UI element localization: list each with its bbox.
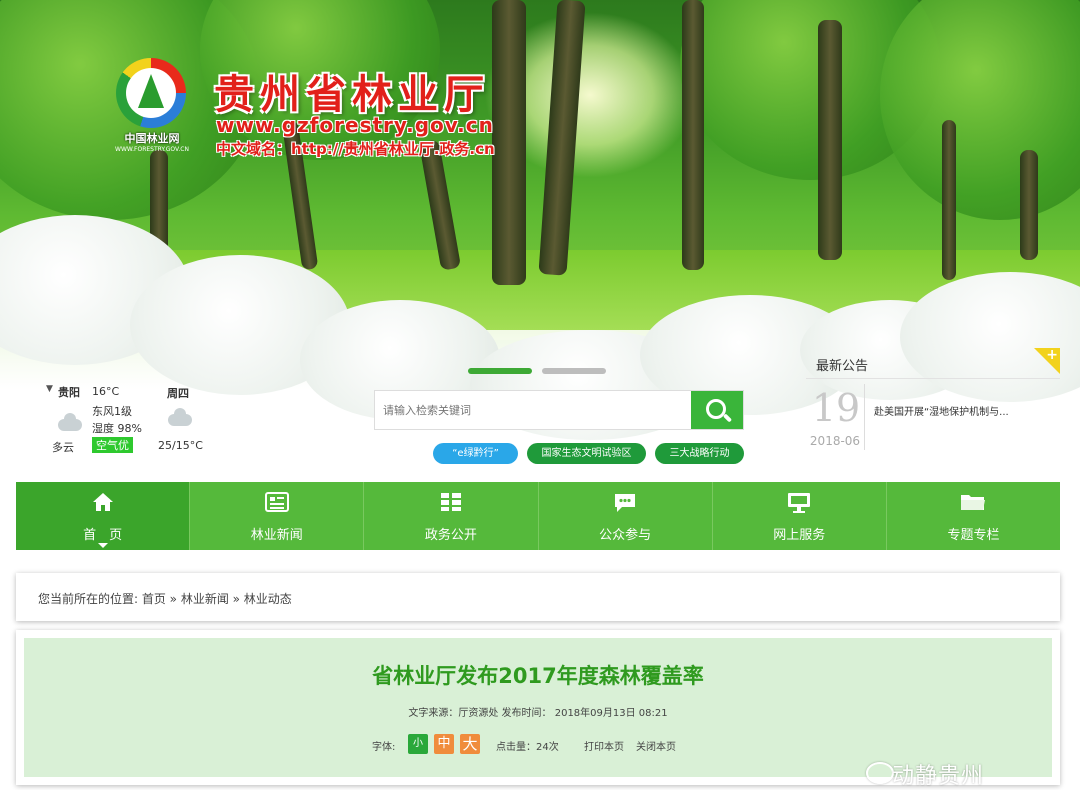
header-banner: 中国林业网 WWW.FORESTRY.GOV.CN 贵州省林业厅 www.gzf… (0, 0, 1080, 480)
quick-link-strategy[interactable]: 三大战略行动 (655, 443, 744, 464)
quick-link-eco-zone[interactable]: 国家生态文明试验区 (527, 443, 646, 464)
view-count: 点击量：24次 (496, 742, 559, 753)
article-header: 省林业厅发布2017年度森林覆盖率 文字来源：厅资源处 发布时间： 2018年0… (24, 638, 1052, 777)
nav-item-topics[interactable]: 专题专栏 (887, 482, 1060, 550)
article-meta: 文字来源：厅资源处 发布时间： 2018年09月13日 08:21 (408, 708, 668, 719)
notice-link[interactable]: 赴美国开展“湿地保护机制与... (874, 403, 1009, 418)
nav-label: 网上服务 (773, 528, 826, 543)
search-button[interactable] (691, 391, 743, 429)
nav-item-news[interactable]: 林业新闻 (190, 482, 365, 550)
nav-label: 政务公开 (424, 528, 477, 543)
city-dropdown-icon[interactable]: ▼ (46, 384, 53, 394)
search-input[interactable] (375, 391, 707, 429)
search-icon-handle (722, 413, 733, 423)
weather-humidity: 湿度 98% (92, 422, 142, 435)
weather-weekday: 周四 (167, 387, 189, 400)
main-nav: 首 页 林业新闻 政务公开 公众参与 网上服务 专题专栏 (16, 482, 1060, 550)
print-link[interactable]: 打印本页 (584, 738, 624, 753)
tree-trunk (818, 20, 842, 260)
font-small-button[interactable]: 小 (408, 734, 428, 754)
font-medium-button[interactable]: 中 (434, 734, 454, 754)
slider-dot-2[interactable] (542, 368, 606, 374)
notice-header: 最新公告 (806, 348, 1060, 379)
weather-city[interactable]: 贵阳 (58, 384, 80, 400)
nav-item-government[interactable]: 政务公开 (364, 482, 539, 550)
folder-icon (960, 492, 986, 517)
notice-panel: 最新公告 + 19 2018-06 赴美国开展“湿地保护机制与... (806, 347, 1060, 456)
news-icon (264, 492, 289, 517)
divider (864, 384, 865, 450)
monitor-icon (787, 492, 811, 519)
nav-label: 公众参与 (599, 528, 652, 543)
weather-widget: ▼ 贵阳 16°C 周四 东风1级 湿度 98% 多云 空气优 25/15°C (46, 382, 216, 462)
font-size-label: 字体: (372, 742, 396, 753)
slider-indicators (468, 368, 606, 374)
nav-item-home[interactable]: 首 页 (16, 482, 191, 550)
search-bar (374, 390, 744, 430)
active-caret-icon (97, 543, 108, 548)
weather-condition: 多云 (52, 441, 74, 454)
site-title: 贵州省林业厅 (214, 71, 490, 118)
logo-name: 中国林业网 (124, 132, 180, 145)
article-title: 省林业厅发布2017年度森林覆盖率 (372, 664, 704, 688)
tree-trunk (538, 0, 586, 276)
slider-dot-1[interactable] (468, 368, 532, 374)
weather-range: 25/15°C (158, 439, 203, 452)
breadcrumb-text[interactable]: 您当前所在的位置: 首页 » 林业新闻 » 林业动态 (38, 590, 292, 607)
logo-url: WWW.FORESTRY.GOV.CN (115, 146, 189, 153)
font-large-button[interactable]: 大 (460, 734, 480, 754)
wechat-icon (866, 762, 894, 784)
air-quality-badge: 空气优 (92, 437, 133, 453)
weather-wind: 东风1级 (92, 405, 132, 418)
plus-icon[interactable]: + (1046, 347, 1058, 363)
site-url: www.gzforestry.gov.cn (216, 113, 494, 137)
watermark: 动静贵州 (892, 764, 985, 789)
tree-trunk (682, 0, 704, 270)
tree-trunk (492, 0, 526, 285)
breadcrumb: 您当前所在的位置: 首页 » 林业新闻 » 林业动态 (16, 573, 1060, 621)
grid-icon (440, 492, 462, 517)
close-link[interactable]: 关闭本页 (636, 738, 676, 753)
site-domain: 中文域名：http://贵州省林业厅.政务.cn (216, 140, 495, 158)
tree-trunk (1020, 150, 1038, 260)
nav-label: 林业新闻 (250, 528, 303, 543)
notice-day: 19 (811, 386, 861, 430)
tree-trunk (942, 120, 956, 280)
weather-temp: 16°C (92, 385, 120, 398)
notice-month: 2018-06 (809, 434, 861, 448)
cloudy-icon (168, 408, 192, 426)
quick-link-elvqianxing[interactable]: “e绿黔行” (433, 443, 518, 464)
home-icon (92, 492, 114, 517)
tree-canopy (880, 0, 1080, 220)
nav-label: 专题专栏 (947, 528, 1000, 543)
nav-label: 首 页 (83, 528, 123, 543)
nav-item-public[interactable]: 公众参与 (539, 482, 713, 550)
notice-title: 最新公告 (816, 359, 869, 374)
chat-icon (613, 492, 637, 519)
nav-item-services[interactable]: 网上服务 (713, 482, 887, 550)
cloudy-icon (58, 413, 82, 431)
logo-tree-icon (138, 74, 164, 108)
forestry-logo[interactable]: 中国林业网 WWW.FORESTRY.GOV.CN (112, 58, 192, 154)
